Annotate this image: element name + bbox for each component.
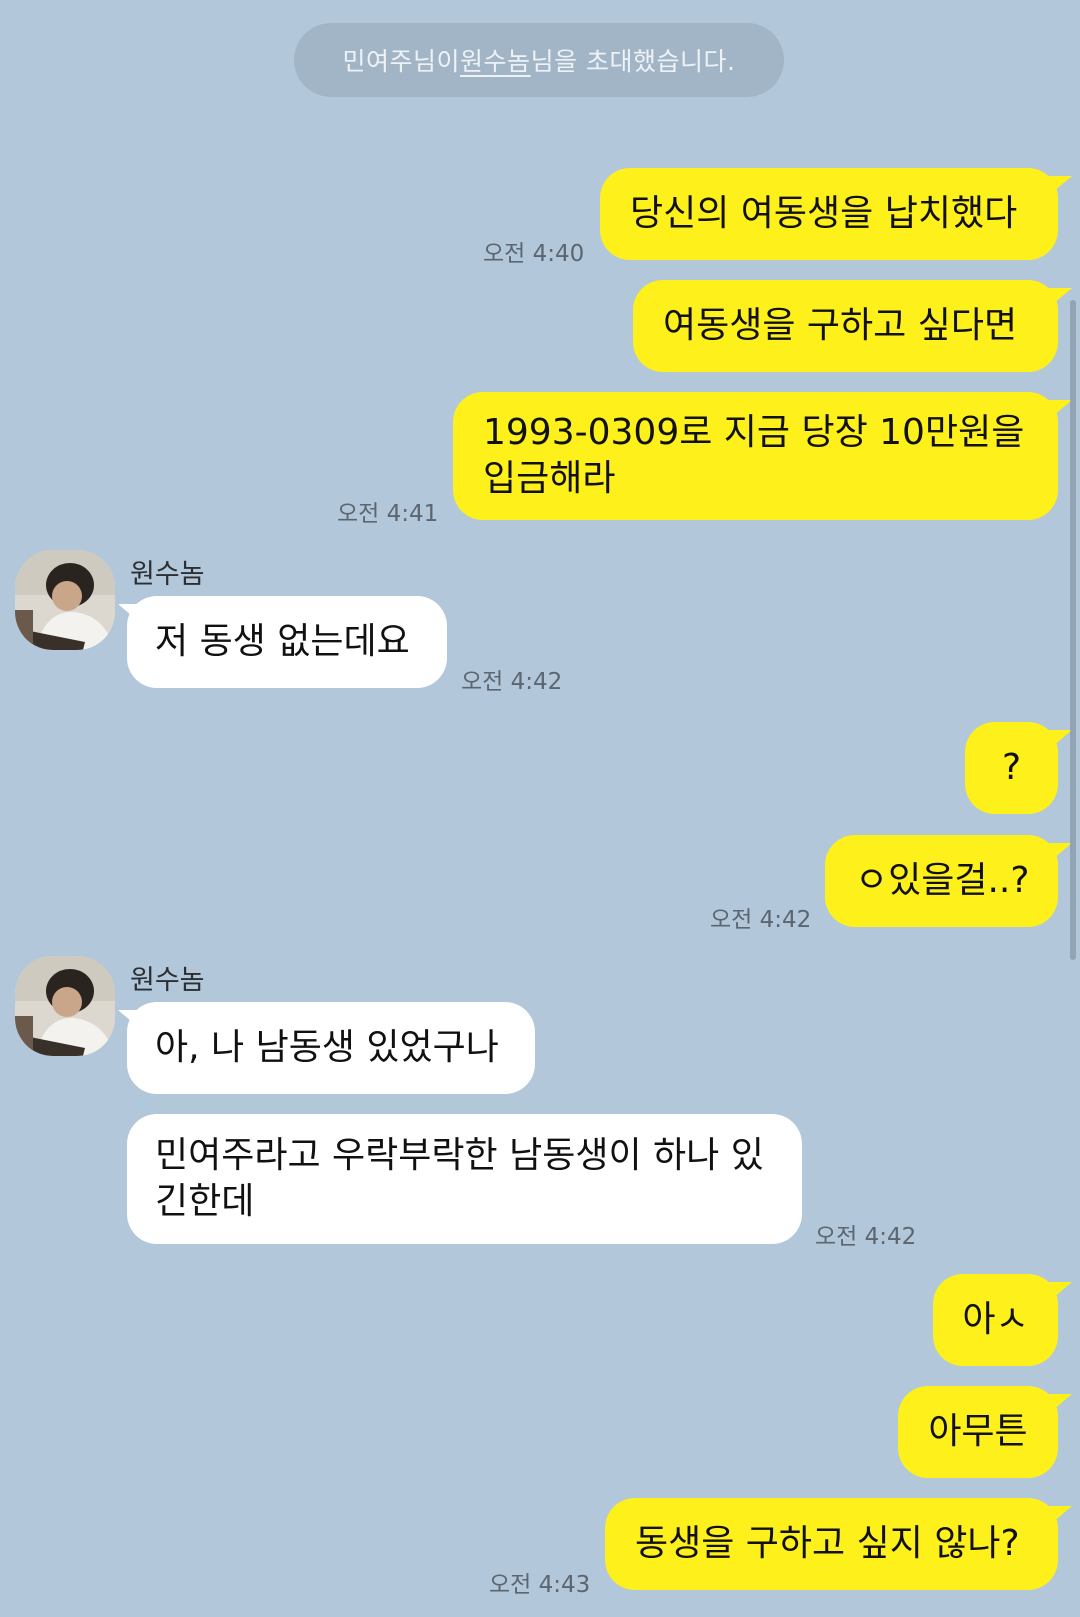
bubble-tail	[1046, 400, 1072, 422]
message-text: 아무튼	[928, 1411, 1028, 1452]
message-timestamp: 오전 4:41	[337, 501, 439, 527]
outgoing-message-bubble[interactable]: 동생을 구하고 싶지 않나?	[605, 1498, 1058, 1590]
sender-avatar[interactable]	[15, 550, 115, 650]
bubble-tail	[1046, 288, 1072, 310]
incoming-message-bubble[interactable]: 저 동생 없는데요	[127, 596, 447, 688]
bubble-tail	[1046, 1282, 1072, 1304]
message-timestamp: 오전 4:42	[815, 1224, 917, 1250]
incoming-message-bubble[interactable]: 민여주라고 우락부락한 남동생이 하나 있긴한데	[127, 1114, 802, 1244]
message-text: 동생을 구하고 싶지 않나?	[635, 1523, 1020, 1564]
bubble-tail	[1046, 730, 1072, 752]
message-timestamp: 오전 4:42	[710, 907, 812, 933]
chat-room-screen: 민여주님이 원수놈 님을 초대했습니다. 당신의 여동생을 납치했다 오전 4:4…	[0, 0, 1080, 1617]
sender-name: 원수놈	[130, 559, 205, 590]
profile-photo-icon	[15, 956, 115, 1056]
outgoing-message-bubble[interactable]: ?	[965, 722, 1058, 814]
message-timestamp: 오전 4:40	[483, 241, 585, 267]
bubble-tail	[1046, 843, 1072, 865]
profile-photo-icon	[15, 550, 115, 650]
message-text: 여동생을 구하고 싶다면	[663, 305, 1018, 346]
message-text: ㅇ있을걸..?	[855, 860, 1030, 901]
bubble-tail	[1046, 176, 1072, 198]
message-text: 아ㅅ	[962, 1299, 1029, 1340]
message-timestamp: 오전 4:42	[461, 669, 563, 695]
sender-avatar[interactable]	[15, 956, 115, 1056]
bubble-tail	[1046, 1394, 1072, 1416]
message-text: 저 동생 없는데요	[155, 621, 410, 662]
invite-suffix: 님을 초대했습니다.	[530, 47, 736, 76]
message-text: 민여주라고 우락부락한 남동생이 하나 있긴한데	[155, 1135, 764, 1222]
outgoing-message-bubble[interactable]: ㅇ있을걸..?	[825, 835, 1058, 927]
invite-system-message: 민여주님이 원수놈 님을 초대했습니다.	[294, 23, 784, 97]
chat-scrollbar[interactable]	[1070, 300, 1076, 960]
incoming-message-bubble[interactable]: 아, 나 남동생 있었구나	[127, 1002, 535, 1094]
message-text: ?	[1001, 747, 1022, 788]
invited-user-link[interactable]: 원수놈	[460, 42, 531, 78]
outgoing-message-bubble[interactable]: 당신의 여동생을 납치했다	[600, 168, 1058, 260]
sender-name: 원수놈	[130, 965, 205, 996]
bubble-tail	[1046, 1506, 1072, 1528]
message-text: 아, 나 남동생 있었구나	[155, 1027, 499, 1068]
outgoing-message-bubble[interactable]: 1993-0309로 지금 당장 10만원을 입금해라	[453, 392, 1058, 520]
outgoing-message-bubble[interactable]: 아ㅅ	[933, 1274, 1058, 1366]
message-timestamp: 오전 4:43	[489, 1572, 591, 1598]
outgoing-message-bubble[interactable]: 여동생을 구하고 싶다면	[633, 280, 1058, 372]
message-text: 1993-0309로 지금 당장 10만원을 입금해라	[483, 412, 1025, 499]
outgoing-message-bubble[interactable]: 아무튼	[898, 1386, 1058, 1478]
message-text: 당신의 여동생을 납치했다	[630, 193, 1018, 234]
invite-prefix: 민여주님이	[342, 47, 461, 76]
